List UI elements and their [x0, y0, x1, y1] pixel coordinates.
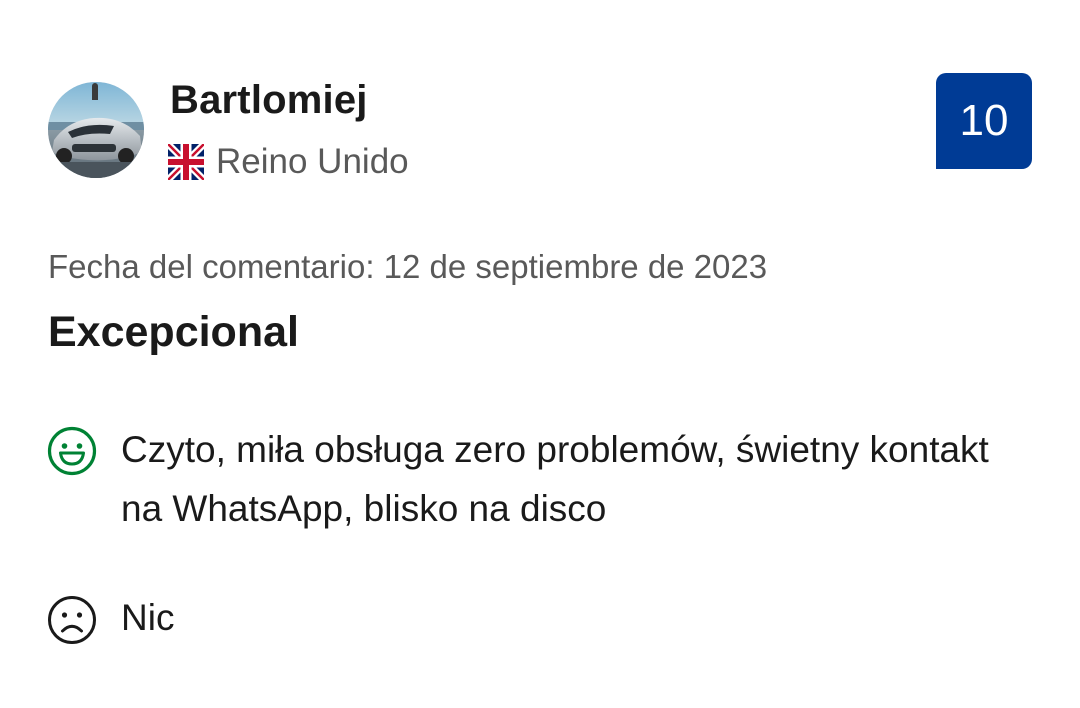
smiley-face-icon: [47, 426, 97, 476]
avatar-photo: [48, 82, 144, 178]
reviewer-avatar[interactable]: [48, 82, 144, 178]
country-name: Reino Unido: [216, 142, 409, 181]
sad-face-icon: [48, 596, 96, 644]
review-title: Excepcional: [48, 308, 299, 356]
review-negative-text: Nic: [121, 597, 175, 638]
review-positive-text: Czyto, miła obsługa zero problemów, świe…: [121, 429, 989, 529]
review-score-badge: 10: [936, 73, 1032, 169]
review-card: Bartlomiej Reino Unido 10 Fecha del come…: [0, 0, 1080, 708]
uk-flag-icon: [168, 144, 204, 180]
reviewer-name: Bartlomiej: [170, 78, 368, 122]
reviewer-country: Reino Unido: [168, 140, 409, 184]
review-date: Fecha del comentario: 12 de septiembre d…: [48, 248, 768, 285]
